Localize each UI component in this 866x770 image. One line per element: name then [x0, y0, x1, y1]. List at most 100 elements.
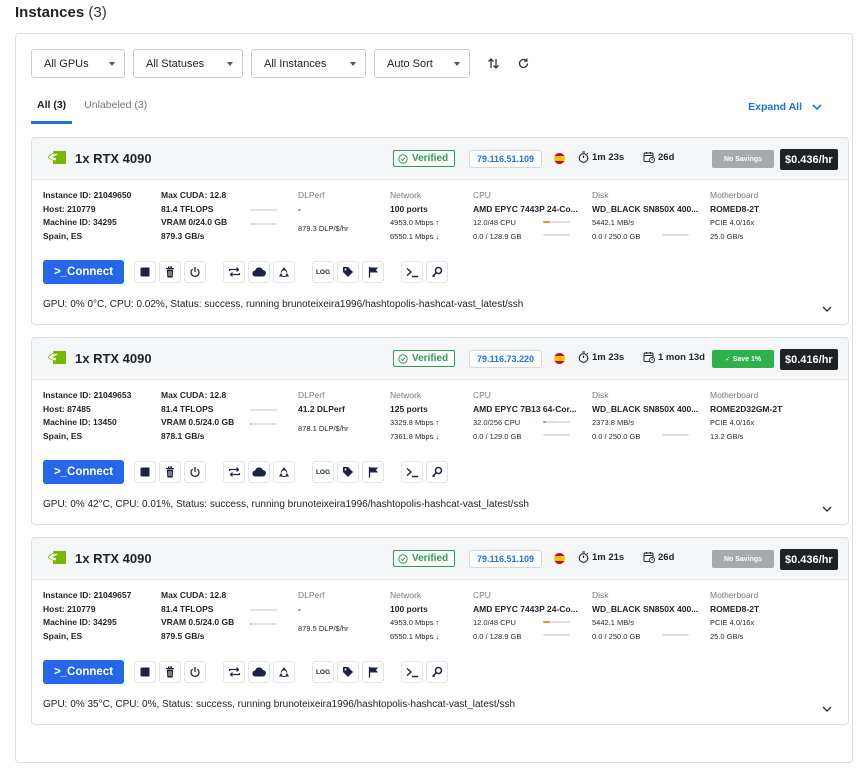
ram-usage: 0.0 / 128.9 GB: [473, 631, 522, 641]
flag-icon: [368, 667, 378, 678]
network-header: Network: [390, 590, 422, 600]
port-count: 100 ports: [390, 203, 428, 214]
verified-label: Verified: [412, 153, 449, 164]
max-duration-value: 1 mon 13d: [658, 351, 705, 363]
tag-icon: [343, 467, 353, 477]
delete-button[interactable]: [159, 661, 181, 683]
recycle-button[interactable]: [273, 261, 295, 283]
swap-arrows-icon: [228, 467, 240, 477]
ssh-key-button[interactable]: [426, 661, 448, 683]
transfer-button[interactable]: [223, 461, 245, 483]
terminal-button[interactable]: [401, 461, 423, 483]
terminal-icon: [406, 467, 418, 477]
report-button[interactable]: [362, 661, 384, 683]
instance-filter-select[interactable]: All Instances: [251, 49, 366, 78]
status-filter-select[interactable]: All Statuses: [133, 49, 243, 78]
label-button[interactable]: [337, 461, 359, 483]
logs-button[interactable]: LOG: [312, 261, 334, 283]
ssh-key-button[interactable]: [426, 461, 448, 483]
expand-card-button[interactable]: [822, 500, 832, 518]
expand-card-button[interactable]: [822, 300, 832, 318]
spain-flag-icon: [554, 153, 565, 164]
transfer-button[interactable]: [223, 261, 245, 283]
dlperf-info: DLPerf 41.2 DLPerf 878.1 DLP/$/hr: [298, 389, 388, 436]
transfer-button[interactable]: [223, 661, 245, 683]
expand-all-button[interactable]: Expand All: [748, 101, 822, 113]
price-badge: $0.436/hr: [780, 149, 838, 170]
status-message: GPU: 0% 0°C, CPU: 0.02%, Status: success…: [43, 299, 524, 310]
connect-button[interactable]: >_Connect: [43, 260, 124, 284]
connect-button[interactable]: >_Connect: [43, 460, 124, 484]
max-duration: 26d: [643, 551, 674, 563]
vram-bar: [250, 423, 277, 425]
delete-button[interactable]: [159, 461, 181, 483]
port-count: 125 ports: [390, 403, 428, 414]
disk-usage-bar: [662, 434, 689, 436]
terminal-button[interactable]: [401, 661, 423, 683]
arrow-up-icon: ↑: [435, 418, 440, 427]
pcie-bandwidth: 25.0 GB/s: [710, 631, 744, 641]
report-button[interactable]: [362, 461, 384, 483]
tab-unlabeled[interactable]: Unlabeled (3): [78, 97, 153, 124]
logs-button[interactable]: LOG: [312, 461, 334, 483]
chevron-down-icon: [822, 706, 832, 712]
pcie-version: PCIE 4.0/16x: [710, 618, 755, 627]
stop-button[interactable]: [134, 261, 156, 283]
motherboard-header: Motherboard: [710, 390, 759, 400]
cloud-sync-button[interactable]: [248, 661, 270, 683]
dlperf-header: DLPerf: [298, 190, 325, 200]
reboot-button[interactable]: [184, 261, 206, 283]
recycle-button[interactable]: [273, 461, 295, 483]
instance-card: 1x RTX 4090 Verified 79.116.51.109 1m 23…: [31, 137, 849, 325]
dlperf-value: 41.2 DLPerf: [298, 403, 345, 414]
power-icon: [190, 467, 200, 478]
report-button[interactable]: [362, 261, 384, 283]
instance-id: Instance ID: 21049653: [43, 390, 132, 400]
machine-id: Machine ID: 34295: [43, 217, 117, 227]
uptime-value: 1m 23s: [592, 351, 625, 363]
recycle-button[interactable]: [273, 661, 295, 683]
price-badge: $0.436/hr: [780, 549, 838, 570]
chevron-down-icon: [454, 62, 460, 66]
max-duration: 26d: [643, 151, 674, 163]
stop-button[interactable]: [134, 461, 156, 483]
gpu-name: 1x RTX 4090: [75, 551, 152, 566]
reboot-button[interactable]: [184, 661, 206, 683]
logs-button[interactable]: LOG: [312, 661, 334, 683]
label-button[interactable]: [337, 661, 359, 683]
ssh-key-button[interactable]: [426, 261, 448, 283]
max-duration: 1 mon 13d: [643, 351, 705, 363]
cloud-sync-button[interactable]: [248, 461, 270, 483]
instance-tabs: All (3) Unlabeled (3): [31, 97, 153, 124]
filter-bar: All GPUs All Statuses All Instances Auto…: [31, 49, 534, 78]
instance-card-header: 1x RTX 4090 Verified 79.116.51.109 1m 21…: [32, 538, 848, 580]
location: Spain, ES: [43, 230, 83, 241]
vram-bar: [250, 223, 277, 225]
dlperf-info: DLPerf - 879.5 DLP/$/hr: [298, 589, 388, 636]
refresh-button[interactable]: [512, 53, 534, 75]
reboot-button[interactable]: [184, 461, 206, 483]
gpu-util-bar: [250, 209, 277, 211]
terminal-button[interactable]: [401, 261, 423, 283]
motherboard-header: Motherboard: [710, 590, 759, 600]
sort-arrows-icon: [487, 58, 499, 69]
flag-icon: [368, 267, 378, 278]
sort-select[interactable]: Auto Sort: [374, 49, 470, 78]
gpu-filter-select[interactable]: All GPUs: [31, 49, 125, 78]
label-button[interactable]: [337, 261, 359, 283]
spain-flag-icon: [554, 553, 565, 564]
uptime: 1m 23s: [578, 351, 624, 363]
power-icon: [190, 667, 200, 678]
tab-all[interactable]: All (3): [31, 97, 73, 124]
connect-button[interactable]: >_Connect: [43, 660, 124, 684]
expand-card-button[interactable]: [822, 700, 832, 718]
upload-speed-value: 4953.0 Mbps: [390, 618, 434, 627]
dlperf-info: DLPerf - 879.3 DLP/$/hr: [298, 189, 388, 236]
ip-address-button[interactable]: 79.116.51.109: [469, 150, 543, 168]
ip-address-button[interactable]: 79.116.51.109: [469, 550, 543, 568]
ip-address-button[interactable]: 79.116.73.220: [469, 350, 543, 368]
delete-button[interactable]: [159, 261, 181, 283]
cloud-sync-button[interactable]: [248, 261, 270, 283]
sort-direction-button[interactable]: [482, 53, 504, 75]
stop-button[interactable]: [134, 661, 156, 683]
